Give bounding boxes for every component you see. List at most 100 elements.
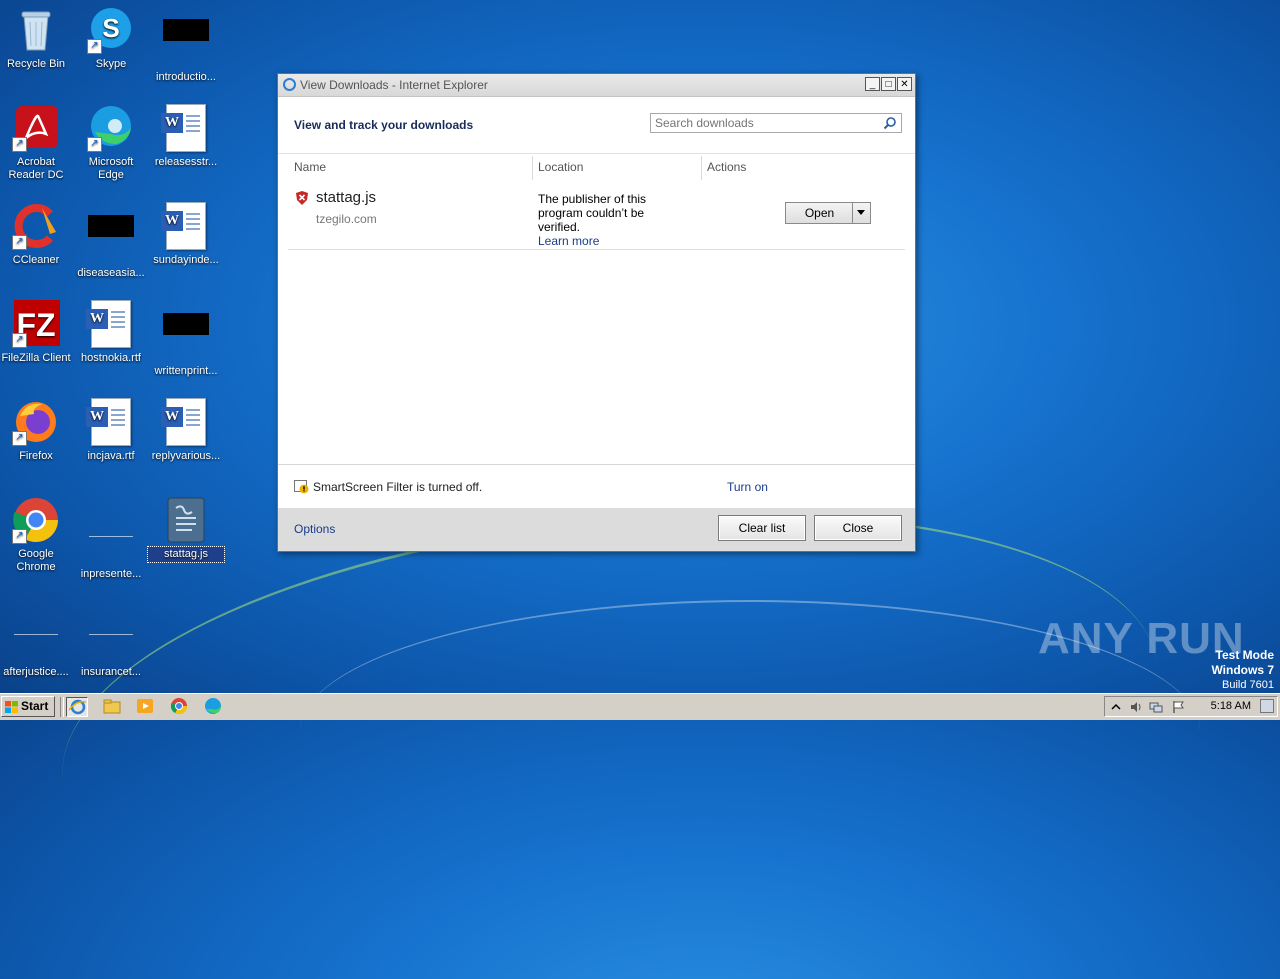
- desktop-icon-filezilla[interactable]: FZ ↗ FileZilla Client: [0, 300, 74, 366]
- download-filename: stattag.js: [316, 189, 377, 206]
- column-divider[interactable]: [701, 156, 702, 180]
- internet-explorer-icon: [283, 78, 296, 91]
- test-mode-info: Test Mode Windows 7 Build 7601: [1211, 648, 1274, 692]
- search-box[interactable]: [650, 113, 902, 133]
- maximize-button[interactable]: □: [881, 77, 896, 91]
- open-dropdown-arrow-icon[interactable]: [852, 203, 870, 223]
- volume-icon[interactable]: [1129, 700, 1143, 714]
- search-input[interactable]: [651, 114, 879, 132]
- desktop-icon-replyvarious[interactable]: W replyvarious...: [148, 398, 224, 464]
- desktop-icon-writtenprint[interactable]: writtenprint...: [148, 300, 224, 379]
- word-document-icon: W: [161, 398, 210, 446]
- learn-more-link[interactable]: Learn more: [538, 234, 668, 248]
- action-center-flag-icon[interactable]: [1171, 700, 1185, 714]
- download-status: The publisher of this program couldn’t b…: [538, 192, 668, 248]
- show-hidden-icons-icon[interactable]: [1109, 700, 1123, 714]
- taskbar-clock[interactable]: 5:18 AM: [1211, 700, 1251, 712]
- taskbar-chrome-icon[interactable]: [169, 697, 191, 717]
- column-header-name[interactable]: Name: [294, 160, 326, 174]
- smartscreen-status: SmartScreen Filter is turned off.: [313, 480, 483, 494]
- open-button[interactable]: Open: [786, 203, 853, 223]
- column-header-actions[interactable]: Actions: [707, 160, 746, 174]
- view-downloads-window: View Downloads - Internet Explorer _ □ ✕…: [277, 73, 916, 552]
- blank-file-icon: [162, 19, 210, 67]
- smartscreen-bar: SmartScreen Filter is turned off. Turn o…: [278, 464, 915, 509]
- page-heading: View and track your downloads: [294, 118, 474, 132]
- svg-text:S: S: [102, 13, 119, 43]
- blank-file-icon: [87, 215, 135, 263]
- turn-on-link[interactable]: Turn on: [727, 480, 768, 494]
- build-label: Build 7601: [1222, 679, 1274, 691]
- firefox-icon: ↗: [12, 398, 60, 446]
- desktop-icon-hostnokia[interactable]: W hostnokia.rtf: [73, 300, 149, 366]
- smartscreen-warning-icon: [294, 480, 309, 494]
- close-window-button[interactable]: ✕: [897, 77, 912, 91]
- clear-list-button[interactable]: Clear list: [718, 515, 806, 541]
- filezilla-icon: FZ ↗: [12, 300, 60, 348]
- window-title: View Downloads - Internet Explorer: [300, 78, 488, 92]
- skype-icon: S ↗: [87, 6, 135, 54]
- shortcut-arrow-icon: ↗: [12, 137, 27, 152]
- shortcut-arrow-icon: ↗: [12, 431, 27, 446]
- minimize-button[interactable]: _: [865, 77, 880, 91]
- blank-file-icon: [87, 516, 135, 564]
- desktop-icon-firefox[interactable]: ↗ Firefox: [0, 398, 74, 464]
- show-desktop-icon[interactable]: [1260, 699, 1274, 713]
- word-document-icon: W: [86, 398, 135, 446]
- desktop-icon-chrome[interactable]: ↗ Google Chrome: [0, 496, 74, 575]
- windows-logo-icon: [5, 701, 18, 713]
- system-tray: 5:18 AM: [1104, 696, 1278, 717]
- desktop-icon-skype[interactable]: S ↗ Skype: [73, 6, 149, 72]
- desktop-icon-insurancet[interactable]: insurancet...: [73, 594, 149, 680]
- download-source: tzegilo.com: [316, 212, 377, 226]
- edge-icon: ↗: [87, 104, 135, 152]
- taskbar-media-player-icon[interactable]: [135, 697, 157, 717]
- shortcut-arrow-icon: ↗: [12, 235, 27, 250]
- desktop-icon-inpresente[interactable]: inpresente...: [73, 496, 149, 582]
- taskbar: Start 5:18 AM: [0, 693, 1280, 720]
- desktop-icon-stattag[interactable]: stattag.js: [147, 496, 225, 563]
- shortcut-arrow-icon: ↗: [12, 529, 27, 544]
- taskbar-edge-icon[interactable]: [203, 697, 225, 717]
- desktop-icon-introductio[interactable]: introductio...: [148, 6, 224, 85]
- desktop-icon-diseaseasia[interactable]: diseaseasia...: [73, 202, 149, 281]
- desktop-icon-edge[interactable]: ↗ Microsoft Edge: [73, 104, 149, 183]
- word-document-icon: W: [86, 300, 135, 348]
- os-version-label: Windows 7: [1211, 663, 1274, 677]
- open-split-button[interactable]: Open: [785, 202, 871, 224]
- start-label: Start: [21, 699, 49, 713]
- blocked-shield-icon: [296, 191, 308, 205]
- taskbar-file-explorer-icon[interactable]: [102, 697, 124, 717]
- shortcut-arrow-icon: ↗: [12, 333, 27, 348]
- desktop-icon-acrobat[interactable]: ↗ Acrobat Reader DC: [0, 104, 74, 183]
- title-bar[interactable]: View Downloads - Internet Explorer _ □ ✕: [278, 74, 915, 97]
- column-divider[interactable]: [532, 156, 533, 180]
- close-button[interactable]: Close: [814, 515, 902, 541]
- network-icon[interactable]: [1149, 700, 1163, 714]
- search-icon[interactable]: [883, 116, 897, 130]
- start-button[interactable]: Start: [1, 696, 55, 717]
- desktop-icon-sundayinde[interactable]: W sundayinde...: [148, 202, 224, 268]
- status-text: The publisher of this program couldn’t b…: [538, 192, 647, 234]
- blank-file-icon: [162, 313, 210, 361]
- desktop-icon-releasesstr[interactable]: W releasesstr...: [148, 104, 224, 170]
- taskbar-internet-explorer-icon[interactable]: [66, 697, 88, 717]
- chrome-icon: ↗: [12, 496, 60, 544]
- shortcut-arrow-icon: ↗: [87, 137, 102, 152]
- column-header-location[interactable]: Location: [538, 160, 583, 174]
- window-footer: Options Clear list Close: [278, 508, 915, 551]
- download-row[interactable]: stattag.js tzegilo.com The publisher of …: [288, 182, 905, 250]
- ccleaner-icon: ↗: [12, 202, 60, 250]
- test-mode-label: Test Mode: [1215, 648, 1274, 662]
- shortcut-arrow-icon: ↗: [87, 39, 102, 54]
- options-link[interactable]: Options: [294, 522, 335, 536]
- word-document-icon: W: [161, 202, 210, 250]
- column-headers: Name Location Actions: [278, 153, 915, 182]
- desktop-icon-recycle-bin[interactable]: Recycle Bin: [0, 6, 74, 72]
- blank-file-icon: [87, 614, 135, 662]
- desktop-icon-ccleaner[interactable]: ↗ CCleaner: [0, 202, 74, 268]
- desktop-icon-afterjustice[interactable]: afterjustice....: [0, 594, 74, 680]
- desktop-icon-incjava[interactable]: W incjava.rtf: [73, 398, 149, 464]
- blank-file-icon: [12, 614, 60, 662]
- word-document-icon: W: [161, 104, 210, 152]
